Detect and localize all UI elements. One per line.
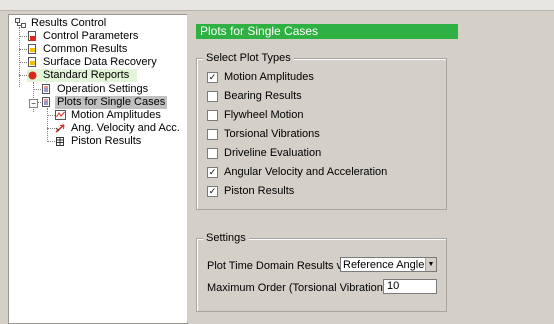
checkbox-label: Bearing Results xyxy=(224,90,302,102)
settings-panel: Plots for Single Cases Select Plot Types… xyxy=(187,14,554,322)
checkbox-label: Angular Velocity and Acceleration xyxy=(224,166,388,178)
checkbox-piston-results[interactable]: ✓ Piston Results xyxy=(207,184,294,198)
panel-title: Plots for Single Cases xyxy=(196,24,458,39)
max-order-value: 10 xyxy=(387,280,400,292)
time-domain-value: Reference Angle xyxy=(343,259,425,271)
tree-item-ang-velocity[interactable]: Ang. Velocity and Acc. xyxy=(55,122,182,135)
tree-connector xyxy=(47,108,48,142)
tree-item-plots-single-cases[interactable]: Plots for Single Cases xyxy=(41,96,168,109)
plot-types-group: Select Plot Types ✓ Motion Amplitudes Be… xyxy=(196,52,447,210)
tree-item-label: Control Parameters xyxy=(43,30,139,42)
checkbox-driveline-evaluation[interactable]: Driveline Evaluation xyxy=(207,146,321,160)
arrow-icon xyxy=(55,123,66,134)
tree-item-surface-data-recovery[interactable]: Surface Data Recovery xyxy=(27,56,159,69)
tree-item-label: Ang. Velocity and Acc. xyxy=(71,122,180,134)
grid-icon xyxy=(55,136,66,147)
time-domain-select[interactable]: Reference Angle ▼ xyxy=(340,257,437,272)
checkbox-label: Flywheel Motion xyxy=(224,109,304,121)
window-top-strip xyxy=(0,0,554,11)
tree-item-label: Plots for Single Cases xyxy=(55,96,168,109)
collapse-toggle[interactable]: − xyxy=(29,99,38,108)
max-order-input[interactable]: 10 xyxy=(383,279,437,294)
red-dot-icon xyxy=(27,70,38,81)
tree-item-common-results[interactable]: Common Results xyxy=(27,43,129,56)
tree-root-icon xyxy=(15,18,26,29)
checkbox-box[interactable]: ✓ xyxy=(207,71,218,83)
time-domain-label: Plot Time Domain Results vs xyxy=(207,260,348,272)
max-order-label: Maximum Order (Torsional Vibrations) xyxy=(207,282,393,294)
plot-types-legend: Select Plot Types xyxy=(203,52,294,65)
checkbox-flywheel-motion[interactable]: Flywheel Motion xyxy=(207,108,303,122)
tree-item-operation-settings[interactable]: Operation Settings xyxy=(41,83,150,96)
tree-item-label: Piston Results xyxy=(71,135,142,147)
checkbox-label: Torsional Vibrations xyxy=(224,128,320,140)
chevron-down-icon[interactable]: ▼ xyxy=(425,258,436,271)
checkbox-box[interactable] xyxy=(207,109,218,121)
doc-red-icon xyxy=(27,31,38,42)
settings-group: Settings Plot Time Domain Results vs Ref… xyxy=(196,232,447,312)
checkbox-box[interactable]: ✓ xyxy=(207,185,218,197)
settings-legend: Settings xyxy=(203,232,249,245)
tree-item-control-parameters[interactable]: Control Parameters xyxy=(27,30,140,43)
checkbox-box[interactable] xyxy=(207,128,218,140)
checkbox-box[interactable] xyxy=(207,147,218,159)
checkbox-box[interactable]: ✓ xyxy=(207,166,218,178)
checkbox-bearing-results[interactable]: Bearing Results xyxy=(207,89,302,103)
tree-root[interactable]: Results Control xyxy=(15,17,108,30)
checkbox-motion-amplitudes[interactable]: ✓ Motion Amplitudes xyxy=(207,70,314,84)
tree-item-label: Motion Amplitudes xyxy=(71,109,161,121)
tree-item-label: Common Results xyxy=(43,43,128,55)
doc-yellow-icon xyxy=(27,57,38,68)
tree-item-label: Surface Data Recovery xyxy=(43,56,157,68)
tree-item-label: Standard Reports xyxy=(43,69,130,81)
tree-item-standard-reports[interactable]: Standard Reports xyxy=(27,69,137,82)
doc-icon xyxy=(41,97,52,108)
tree-item-piston-results[interactable]: Piston Results xyxy=(55,135,143,148)
checkbox-label: Motion Amplitudes xyxy=(224,71,314,83)
checkbox-torsional-vibrations[interactable]: Torsional Vibrations xyxy=(207,127,320,141)
tree-item-label: Operation Settings xyxy=(57,83,149,95)
tree-root-label: Results Control xyxy=(31,17,107,29)
checkbox-label: Driveline Evaluation xyxy=(224,147,322,159)
checkbox-box[interactable] xyxy=(207,90,218,102)
results-tree-panel: Results Control Control Parameters Commo… xyxy=(8,14,188,324)
checkbox-label: Piston Results xyxy=(224,185,295,197)
chart-icon xyxy=(55,110,66,121)
doc-yellow-icon xyxy=(27,44,38,55)
checkbox-angular-velocity[interactable]: ✓ Angular Velocity and Acceleration xyxy=(207,165,387,179)
tree-item-motion-amplitudes[interactable]: Motion Amplitudes xyxy=(55,109,163,122)
doc-icon xyxy=(41,84,52,95)
